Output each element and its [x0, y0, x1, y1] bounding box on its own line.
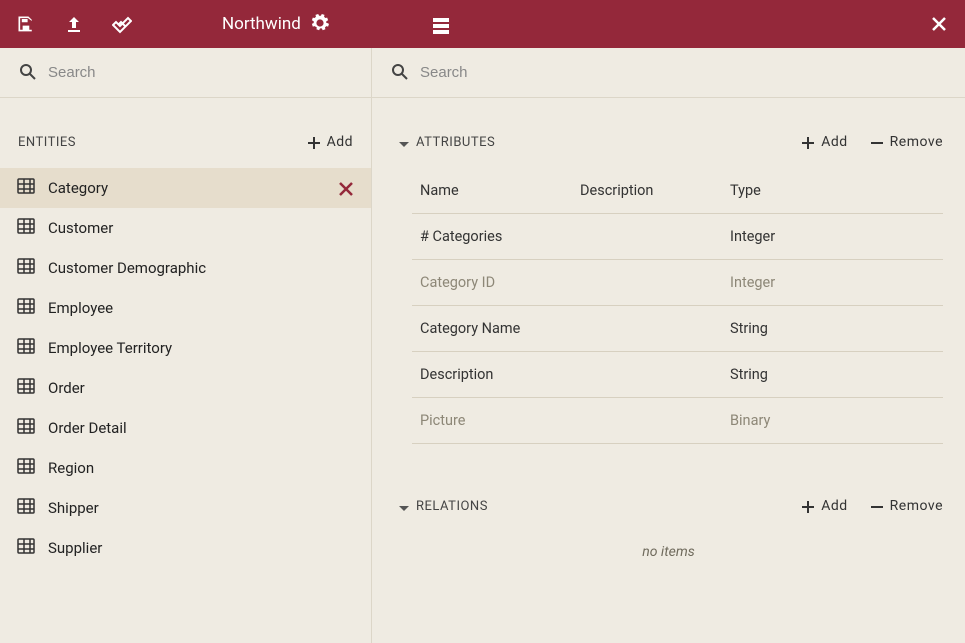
- upload-icon[interactable]: [64, 14, 84, 34]
- search-icon: [390, 62, 408, 84]
- entity-item[interactable]: Shipper: [0, 488, 371, 528]
- entity-list: Category Customer Customer Demographic E…: [0, 168, 371, 568]
- entity-label: Customer Demographic: [48, 259, 206, 277]
- entity-item[interactable]: Order Detail: [0, 408, 371, 448]
- attr-type: String: [730, 366, 933, 383]
- caret-down-icon[interactable]: [394, 498, 410, 514]
- remove-attribute-label: Remove: [890, 134, 943, 150]
- add-relation-button[interactable]: Add: [799, 498, 847, 514]
- table-icon: [16, 416, 36, 440]
- attr-type: String: [730, 320, 933, 337]
- add-entity-button[interactable]: Add: [305, 134, 353, 150]
- relations-header: RELATIONS Add Remove: [372, 484, 965, 528]
- attr-name: # Categories: [420, 228, 580, 245]
- attr-name: Category ID: [420, 274, 580, 291]
- entity-item[interactable]: Customer Demographic: [0, 248, 371, 288]
- table-icon: [16, 496, 36, 520]
- entity-item[interactable]: Order: [0, 368, 371, 408]
- titlebar: Northwind: [0, 0, 965, 48]
- entity-item[interactable]: Supplier: [0, 528, 371, 568]
- table-icon: [16, 376, 36, 400]
- entity-label: Region: [48, 459, 94, 477]
- attribute-row[interactable]: Category ID Integer: [412, 259, 943, 305]
- entities-header: ENTITIES Add: [0, 120, 371, 164]
- attr-type: Integer: [730, 228, 933, 245]
- remove-relation-button[interactable]: Remove: [868, 498, 943, 514]
- relations-title: RELATIONS: [416, 499, 488, 514]
- entities-title: ENTITIES: [18, 135, 76, 150]
- attributes-table: Name Description Type # Categories Integ…: [412, 168, 943, 444]
- entities-pane: ENTITIES Add Category Customer Customer …: [0, 48, 372, 643]
- entity-label: Order Detail: [48, 419, 127, 437]
- sliders-icon[interactable]: [431, 14, 451, 34]
- entity-item[interactable]: Employee: [0, 288, 371, 328]
- table-icon: [16, 296, 36, 320]
- attribute-row[interactable]: Category Name String: [412, 305, 943, 351]
- attr-type: Integer: [730, 274, 933, 291]
- app-title: Northwind: [222, 14, 301, 34]
- table-icon: [16, 336, 36, 360]
- save-icon[interactable]: [16, 14, 36, 34]
- attributes-columns: Name Description Type: [412, 168, 943, 213]
- attr-name: Description: [420, 366, 580, 383]
- attribute-row[interactable]: Description String: [412, 351, 943, 397]
- table-icon: [16, 176, 36, 200]
- entity-item[interactable]: Category: [0, 168, 371, 208]
- table-icon: [16, 256, 36, 280]
- entity-item[interactable]: Customer: [0, 208, 371, 248]
- entity-label: Employee: [48, 299, 113, 317]
- entity-label: Category: [48, 179, 108, 197]
- entity-label: Shipper: [48, 499, 99, 517]
- add-attribute-label: Add: [821, 134, 847, 150]
- attributes-search-input[interactable]: [420, 64, 947, 81]
- search-icon: [18, 62, 36, 84]
- add-relation-label: Add: [821, 498, 847, 514]
- entity-label: Order: [48, 379, 85, 397]
- details-pane: ATTRIBUTES Add Remove Name Description T…: [372, 48, 965, 643]
- attributes-search-row: [372, 48, 965, 98]
- col-type: Type: [730, 182, 933, 199]
- gear-icon[interactable]: [311, 14, 331, 34]
- close-icon[interactable]: [929, 14, 949, 34]
- add-entity-label: Add: [327, 134, 353, 150]
- add-attribute-button[interactable]: Add: [799, 134, 847, 150]
- entities-search-row: [0, 48, 371, 98]
- table-icon: [16, 536, 36, 560]
- entity-label: Supplier: [48, 539, 102, 557]
- attributes-header: ATTRIBUTES Add Remove: [372, 120, 965, 164]
- attr-type: Binary: [730, 412, 933, 429]
- remove-relation-label: Remove: [890, 498, 943, 514]
- entities-search-input[interactable]: [48, 64, 353, 81]
- entity-label: Employee Territory: [48, 339, 172, 357]
- table-icon: [16, 456, 36, 480]
- double-check-icon[interactable]: [112, 14, 132, 34]
- col-name: Name: [420, 182, 580, 199]
- remove-attribute-button[interactable]: Remove: [868, 134, 943, 150]
- attr-name: Picture: [420, 412, 580, 429]
- entity-item[interactable]: Region: [0, 448, 371, 488]
- attributes-title: ATTRIBUTES: [416, 135, 495, 150]
- entity-item[interactable]: Employee Territory: [0, 328, 371, 368]
- attribute-row[interactable]: Picture Binary: [412, 397, 943, 443]
- attribute-row[interactable]: # Categories Integer: [412, 213, 943, 259]
- remove-entity-icon[interactable]: [335, 178, 355, 198]
- table-icon: [16, 216, 36, 240]
- col-description: Description: [580, 182, 730, 199]
- relations-empty: no items: [372, 544, 965, 560]
- entity-label: Customer: [48, 219, 113, 237]
- caret-down-icon[interactable]: [394, 134, 410, 150]
- attr-name: Category Name: [420, 320, 580, 337]
